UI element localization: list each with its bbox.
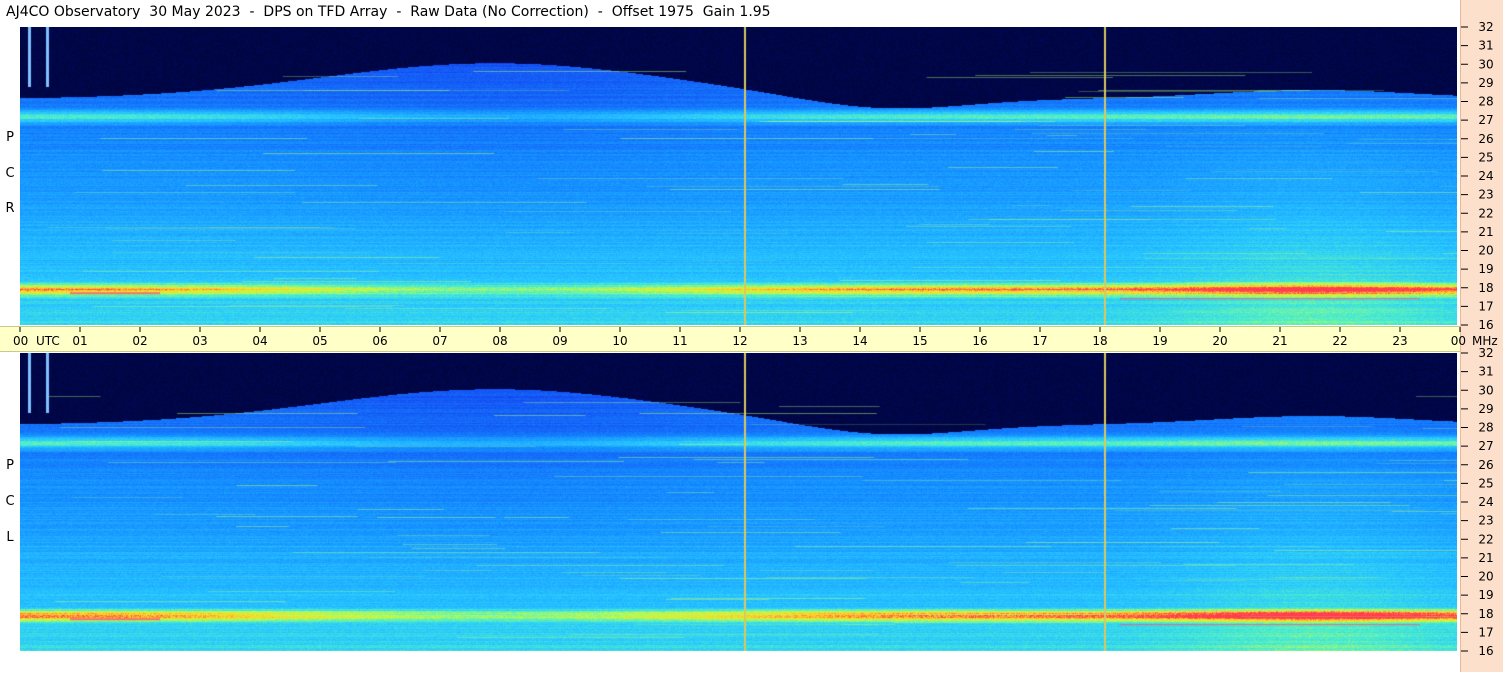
polarization-letter: P (6, 458, 14, 473)
frequency-tick-label: 27 (1478, 439, 1493, 453)
time-tick-label: 01 (72, 334, 87, 348)
frequency-tick-label: 21 (1478, 551, 1493, 565)
frequency-tick-label: 30 (1478, 383, 1493, 397)
left-strip-bottom (0, 352, 20, 672)
frequency-tick-label: 26 (1478, 132, 1493, 146)
frequency-tick-label: 16 (1478, 318, 1493, 332)
time-tick-label: 00 (13, 334, 28, 348)
time-tick-label: 15 (912, 334, 927, 348)
time-tick-label: 18 (1092, 334, 1107, 348)
polarization-letter: C (5, 494, 15, 509)
frequency-tick-label: 27 (1478, 113, 1493, 127)
time-tick-label: 19 (1152, 334, 1167, 348)
time-tick-label: 14 (852, 334, 867, 348)
polarization-letter: L (6, 530, 14, 545)
time-tick-label: 09 (552, 334, 567, 348)
time-tick-label: 06 (372, 334, 387, 348)
frequency-tick-label: 31 (1478, 39, 1493, 53)
frequency-tick-label: 23 (1478, 514, 1493, 528)
time-tick-label: 16 (972, 334, 987, 348)
frequency-tick-label: 30 (1478, 57, 1493, 71)
time-tick-label: 12 (732, 334, 747, 348)
frequency-tick-label: 18 (1478, 281, 1493, 295)
frequency-tick-label: 25 (1478, 150, 1493, 164)
time-axis: 00 01 02 03 04 05 06 07 08 09 10 11 12 13 14 15 16 17 18 19… (13, 327, 1498, 348)
frequency-tick-label: 17 (1478, 299, 1493, 313)
frequency-tick-label: 20 (1478, 570, 1493, 584)
frequency-tick-label: 16 (1478, 644, 1493, 658)
time-tick-label: 22 (1332, 334, 1347, 348)
frequency-tick-label: 19 (1478, 262, 1493, 276)
rcp-spectrogram[interactable] (20, 27, 1457, 325)
frequency-tick-label: 31 (1478, 365, 1493, 379)
time-tick-label: 20 (1212, 334, 1227, 348)
time-tick-label: 03 (192, 334, 207, 348)
polarization-letter: R (5, 201, 15, 216)
frequency-tick-label: 26 (1478, 458, 1493, 472)
frequency-tick-label: 32 (1478, 346, 1493, 360)
time-tick-label: 11 (672, 334, 687, 348)
polarization-letter: C (5, 166, 15, 181)
page-title: AJ4CO Observatory 30 May 2023 - DPS on T… (0, 0, 1460, 25)
time-tick-label: 07 (432, 334, 447, 348)
frequency-tick-label: 17 (1478, 625, 1493, 639)
frequency-tick-label: 29 (1478, 402, 1493, 416)
time-tick-label: 17 (1032, 334, 1047, 348)
time-tick-label: 08 (492, 334, 507, 348)
frequency-tick-label: 28 (1478, 421, 1493, 435)
time-tick-label: 21 (1272, 334, 1287, 348)
frequency-tick-label: 18 (1478, 607, 1493, 621)
frequency-tick-label: 28 (1478, 95, 1493, 109)
lcp-spectrogram[interactable] (20, 353, 1457, 651)
frequency-tick-label: 19 (1478, 588, 1493, 602)
frequency-tick-label: 22 (1478, 532, 1493, 546)
time-tick-label: 13 (792, 334, 807, 348)
frequency-unit-label: MHz (1472, 334, 1498, 348)
frequency-tick-label: 32 (1478, 20, 1493, 34)
time-tick-label: 05 (312, 334, 327, 348)
time-tick-label: 00 (1451, 334, 1466, 348)
polarization-letter: P (6, 130, 14, 145)
frequency-tick-label: 24 (1478, 169, 1493, 183)
time-tick-label: 02 (132, 334, 147, 348)
time-tick-label: 23 (1392, 334, 1407, 348)
frequency-tick-label: 25 (1478, 476, 1493, 490)
frequency-tick-label: 23 (1478, 188, 1493, 202)
frequency-tick-label: 22 (1478, 206, 1493, 220)
time-tick-label: 10 (612, 334, 627, 348)
frequency-tick-label: 20 (1478, 244, 1493, 258)
time-axis-bar: 00 01 02 03 04 05 06 07 08 09 10 11 12 13 14 15 16 17 18 19… (0, 326, 1498, 352)
time-tick-label: 04 (252, 334, 267, 348)
frequency-tick-label: 21 (1478, 225, 1493, 239)
frequency-tick-label: 24 (1478, 495, 1493, 509)
time-unit-label: UTC (36, 334, 60, 348)
frequency-tick-label: 29 (1478, 76, 1493, 90)
